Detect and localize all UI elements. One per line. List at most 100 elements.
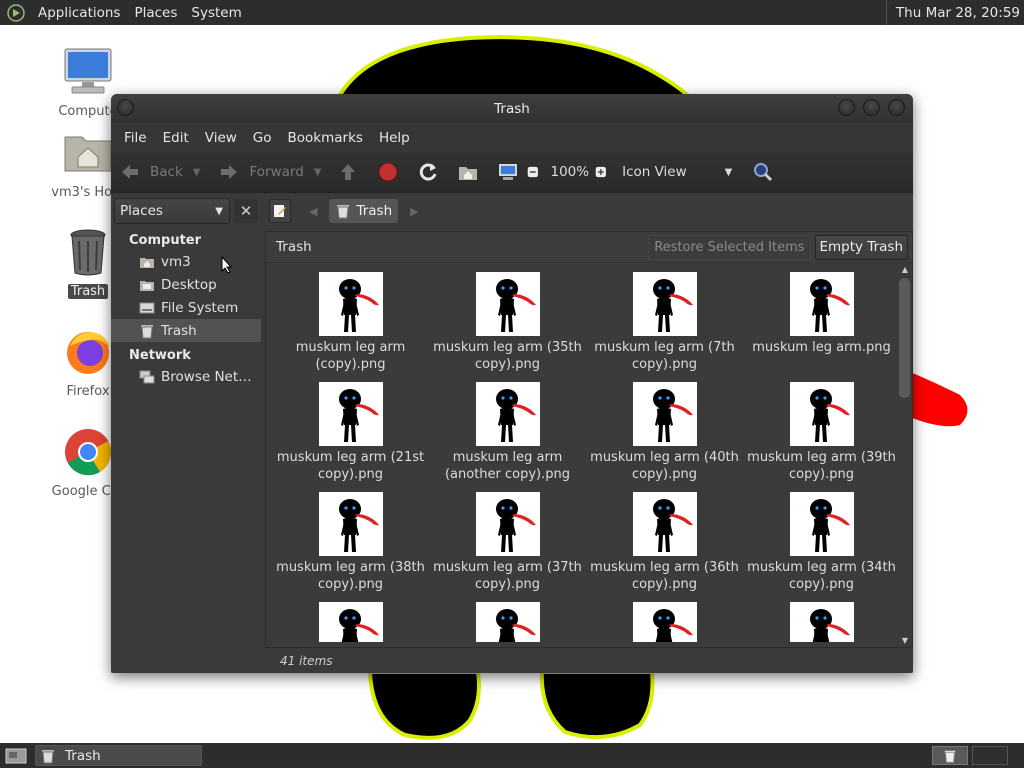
zoom-out-icon[interactable] <box>527 161 543 183</box>
applications-menu[interactable]: Applications <box>31 5 127 21</box>
file-item[interactable]: muskum leg arm.png <box>743 272 900 356</box>
file-thumbnail-icon <box>632 382 697 446</box>
file-item[interactable]: muskum leg arm (36th copy).png <box>586 492 743 593</box>
vertical-scrollbar[interactable]: ▲ ▼ <box>899 265 910 645</box>
workspace-2-button[interactable] <box>972 746 1008 765</box>
scroll-thumb[interactable] <box>899 278 910 398</box>
file-name: muskum leg arm (7th copy).png <box>594 340 735 372</box>
file-item[interactable]: muskum leg arm (21st copy).png <box>272 382 429 483</box>
taskbar-item-trash[interactable]: Trash <box>35 745 202 766</box>
view-mode-select[interactable]: Icon View ▼ <box>622 164 732 180</box>
sidebar-item-network[interactable]: Browse Net… <box>111 365 261 388</box>
menu-view[interactable]: View <box>197 130 245 146</box>
file-thumbnail-icon <box>475 272 540 336</box>
sidebar-item-label: Browse Net… <box>161 368 252 385</box>
computer-icon <box>64 48 112 94</box>
maximize-button[interactable] <box>863 99 880 116</box>
filesystem-icon <box>139 302 155 313</box>
forward-history-dropdown[interactable]: ▼ <box>314 167 322 178</box>
menu-file[interactable]: File <box>116 130 155 146</box>
breadcrumb-trash[interactable]: Trash <box>329 199 399 223</box>
file-item[interactable]: muskum leg arm (37th copy).png <box>429 492 586 593</box>
path-bar: ◀ Trash ▶ <box>265 195 913 227</box>
computer-icon[interactable] <box>497 161 519 183</box>
menu-bookmarks[interactable]: Bookmarks <box>280 130 371 146</box>
places-combo[interactable]: Places ▼ <box>114 198 230 224</box>
zoom-level: 100% <box>550 164 590 180</box>
menubar: File Edit View Go Bookmarks Help <box>111 123 913 152</box>
path-scroll-right-icon[interactable]: ▶ <box>410 205 418 218</box>
close-button[interactable] <box>888 99 905 116</box>
file-name: muskum leg arm (34th copy).png <box>747 560 896 592</box>
content-pane: ◀ Trash ▶ Trash Restore Selected Items E… <box>265 195 913 673</box>
path-edit-button[interactable] <box>269 199 291 223</box>
system-menu[interactable]: System <box>184 5 248 21</box>
file-name: muskum leg arm (copy).png <box>295 340 406 372</box>
restore-selected-button[interactable]: Restore Selected Items <box>648 234 811 260</box>
workspace-1-button[interactable] <box>932 746 968 765</box>
back-history-dropdown[interactable]: ▼ <box>193 167 201 178</box>
trash-info-bar: Trash Restore Selected Items Empty Trash <box>266 232 912 263</box>
icon-view-frame: Trash Restore Selected Items Empty Trash… <box>265 231 913 648</box>
back-button[interactable]: Back ▼ <box>119 157 200 187</box>
info-bar-title: Trash <box>276 239 312 255</box>
file-thumbnail-icon <box>318 272 383 336</box>
toolbar: Back ▼ Forward ▼ 100% Icon View ▼ <box>111 152 913 193</box>
sidebar-item-vm3[interactable]: vm3 <box>111 250 261 273</box>
file-thumbnail-icon <box>318 382 383 446</box>
window-menu-button[interactable] <box>117 99 134 116</box>
sidebar-item-label: Desktop <box>161 276 217 293</box>
scroll-down-icon[interactable]: ▼ <box>900 636 910 645</box>
places-menu[interactable]: Places <box>127 5 184 21</box>
file-item[interactable]: muskum leg arm (another copy).png <box>429 382 586 483</box>
file-item[interactable]: muskum leg arm (38th copy).png <box>272 492 429 593</box>
stop-icon[interactable] <box>377 161 399 183</box>
show-desktop-icon[interactable] <box>5 747 27 765</box>
minimize-button[interactable] <box>838 99 855 116</box>
top-panel: Applications Places System Thu Mar 28, 2… <box>0 0 1024 25</box>
sidebar-close-button[interactable]: ✕ <box>234 199 258 223</box>
sidebar-item-filesystem[interactable]: File System <box>111 296 261 319</box>
sidebar-item-trash[interactable]: Trash <box>111 319 261 342</box>
file-item[interactable]: muskum leg arm (40th copy).png <box>586 382 743 483</box>
file-thumbnail-icon <box>789 602 854 642</box>
file-manager-window: Trash File Edit View Go Bookmarks Help B… <box>111 94 913 673</box>
menu-go[interactable]: Go <box>245 130 280 146</box>
file-item[interactable]: muskum leg arm (7th copy).png <box>586 272 743 373</box>
network-icon <box>139 370 155 383</box>
menu-edit[interactable]: Edit <box>155 130 197 146</box>
home-icon[interactable] <box>457 161 479 183</box>
forward-button[interactable]: Forward ▼ <box>218 157 321 187</box>
file-item[interactable] <box>272 602 429 642</box>
search-icon[interactable] <box>752 161 774 183</box>
file-item[interactable]: muskum leg arm (39th copy).png <box>743 382 900 483</box>
sidebar: Places ▼ ✕ Computer vm3 Desktop File Sys… <box>111 195 261 673</box>
file-name: muskum leg arm (39th copy).png <box>747 450 896 482</box>
file-item[interactable] <box>586 602 743 642</box>
file-item[interactable] <box>743 602 900 642</box>
scroll-up-icon[interactable]: ▲ <box>900 265 910 274</box>
pencil-icon <box>274 205 286 217</box>
reload-icon[interactable] <box>417 161 439 183</box>
back-label: Back <box>150 164 183 180</box>
file-thumbnail-icon <box>475 602 540 642</box>
file-item[interactable]: muskum leg arm (35th copy).png <box>429 272 586 373</box>
status-bar: 41 items <box>280 653 333 668</box>
file-name: muskum leg arm (37th copy).png <box>433 560 582 592</box>
taskbar-item-label: Trash <box>65 747 101 764</box>
zoom-in-icon[interactable] <box>595 161 611 183</box>
file-item[interactable]: muskum leg arm (34th copy).png <box>743 492 900 593</box>
menu-logo-icon[interactable] <box>7 3 25 22</box>
window-titlebar[interactable]: Trash <box>111 94 913 123</box>
up-arrow-icon[interactable] <box>337 161 359 183</box>
file-item[interactable]: muskum leg arm (copy).png <box>272 272 429 373</box>
path-scroll-left-icon[interactable]: ◀ <box>309 205 317 218</box>
sidebar-item-desktop[interactable]: Desktop <box>111 273 261 296</box>
empty-trash-button[interactable]: Empty Trash <box>814 234 908 260</box>
file-thumbnail-icon <box>475 492 540 556</box>
file-item[interactable] <box>429 602 586 642</box>
menu-help[interactable]: Help <box>371 130 418 146</box>
clock[interactable]: Thu Mar 28, 20:59 <box>885 0 1024 25</box>
bottom-panel: Trash <box>0 743 1024 768</box>
mouse-pointer-icon <box>221 256 233 274</box>
